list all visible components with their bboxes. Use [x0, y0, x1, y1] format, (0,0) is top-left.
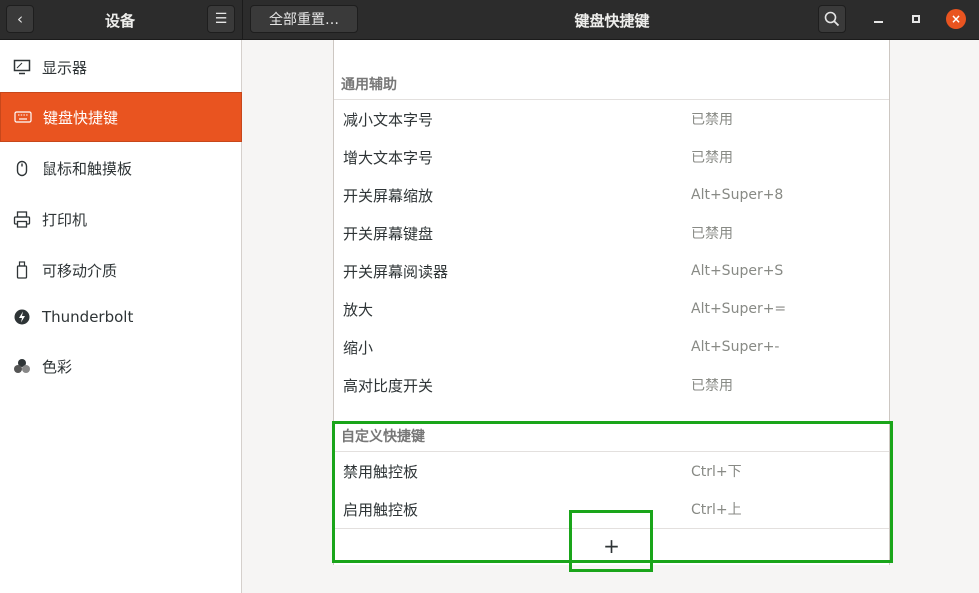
sidebar-item-label: Thunderbolt [42, 308, 134, 326]
shortcut-row[interactable]: 开关屏幕缩放 Alt+Super+8 [334, 176, 889, 214]
sidebar-item-label: 色彩 [42, 357, 73, 376]
search-button[interactable] [818, 5, 846, 33]
shortcut-row[interactable]: 增大文本字号 已禁用 [334, 138, 889, 176]
shortcut-accelerator: 已禁用 [691, 378, 733, 394]
shortcut-row[interactable]: 缩小 Alt+Super+- [334, 328, 889, 366]
sidebar-item-printers[interactable]: 打印机 [0, 194, 242, 244]
printer-icon [12, 209, 32, 229]
color-icon [12, 356, 32, 376]
chevron-left-icon: ‹ [17, 10, 23, 28]
add-button-highlight [569, 510, 653, 572]
mouse-icon [12, 158, 32, 178]
shortcut-accelerator: Alt+Super+S [691, 263, 784, 279]
shortcut-name: 增大文本字号 [343, 148, 434, 167]
back-button[interactable]: ‹ [6, 5, 34, 33]
shortcut-row[interactable]: 放大 Alt+Super+= [334, 290, 889, 328]
sidebar-item-color[interactable]: 色彩 [0, 341, 242, 391]
display-icon [12, 57, 32, 77]
search-icon [824, 11, 840, 27]
sidebar-item-thunderbolt[interactable]: Thunderbolt [0, 292, 242, 342]
shortcut-accelerator: Alt+Super+= [691, 301, 787, 317]
reset-all-button[interactable]: 全部重置… [250, 5, 358, 33]
thunderbolt-icon [12, 307, 32, 327]
shortcut-accelerator: 已禁用 [691, 150, 733, 166]
sidebar-item-label: 可移动介质 [42, 261, 118, 280]
sidebar-item-label: 鼠标和触摸板 [42, 159, 133, 178]
shortcut-accelerator: 已禁用 [691, 112, 733, 128]
sidebar-item-mouse-touchpad[interactable]: 鼠标和触摸板 [0, 143, 242, 193]
close-icon: × [950, 12, 962, 26]
shortcut-row[interactable]: 高对比度开关 已禁用 [334, 366, 889, 404]
close-button[interactable]: × [946, 9, 966, 29]
removable-media-icon [12, 260, 32, 280]
sidebar-item-keyboard-shortcuts[interactable]: 键盘快捷键 [0, 92, 242, 142]
minimize-button[interactable] [870, 11, 886, 27]
sidebar-item-label: 键盘快捷键 [43, 108, 119, 127]
sidebar-item-label: 打印机 [42, 210, 88, 229]
keyboard-icon [13, 107, 33, 127]
header-bar: ‹ 设备 ☰ 全部重置… 键盘快捷键 × [0, 0, 979, 40]
sidebar-title: 设备 [104, 12, 135, 30]
maximize-icon [912, 15, 920, 23]
shortcut-row[interactable]: 开关屏幕键盘 已禁用 [334, 214, 889, 252]
shortcut-name: 减小文本字号 [343, 110, 434, 129]
shortcut-row[interactable]: 开关屏幕阅读器 Alt+Super+S [334, 252, 889, 290]
shortcut-accelerator: Alt+Super+- [691, 339, 780, 355]
shortcut-accelerator: 已禁用 [691, 226, 733, 242]
shortcut-name: 放大 [343, 300, 374, 319]
menu-button[interactable]: ☰ [207, 5, 235, 33]
shortcut-name: 高对比度开关 [343, 376, 434, 395]
sidebar-item-display[interactable]: 显示器 [0, 42, 242, 92]
shortcut-row[interactable]: 减小文本字号 已禁用 [334, 100, 889, 138]
shortcut-name: 开关屏幕键盘 [343, 224, 434, 243]
sidebar-item-removable-media[interactable]: 可移动介质 [0, 245, 242, 295]
hamburger-icon: ☰ [214, 11, 228, 27]
shortcut-name: 开关屏幕缩放 [343, 186, 434, 205]
maximize-button[interactable] [908, 11, 924, 27]
sidebar: 显示器 键盘快捷键 鼠标和触摸板 打印机 可移动介质 Thunderbolt 色… [0, 40, 242, 593]
shortcut-accelerator: Alt+Super+8 [691, 187, 784, 203]
sidebar-item-label: 显示器 [42, 58, 88, 77]
shortcut-name: 缩小 [343, 338, 374, 357]
page-title: 键盘快捷键 [574, 12, 650, 30]
shortcut-name: 开关屏幕阅读器 [343, 262, 449, 281]
minimize-icon [873, 21, 883, 23]
header-divider [242, 0, 243, 40]
section-title-accessibility: 通用辅助 [341, 77, 397, 93]
